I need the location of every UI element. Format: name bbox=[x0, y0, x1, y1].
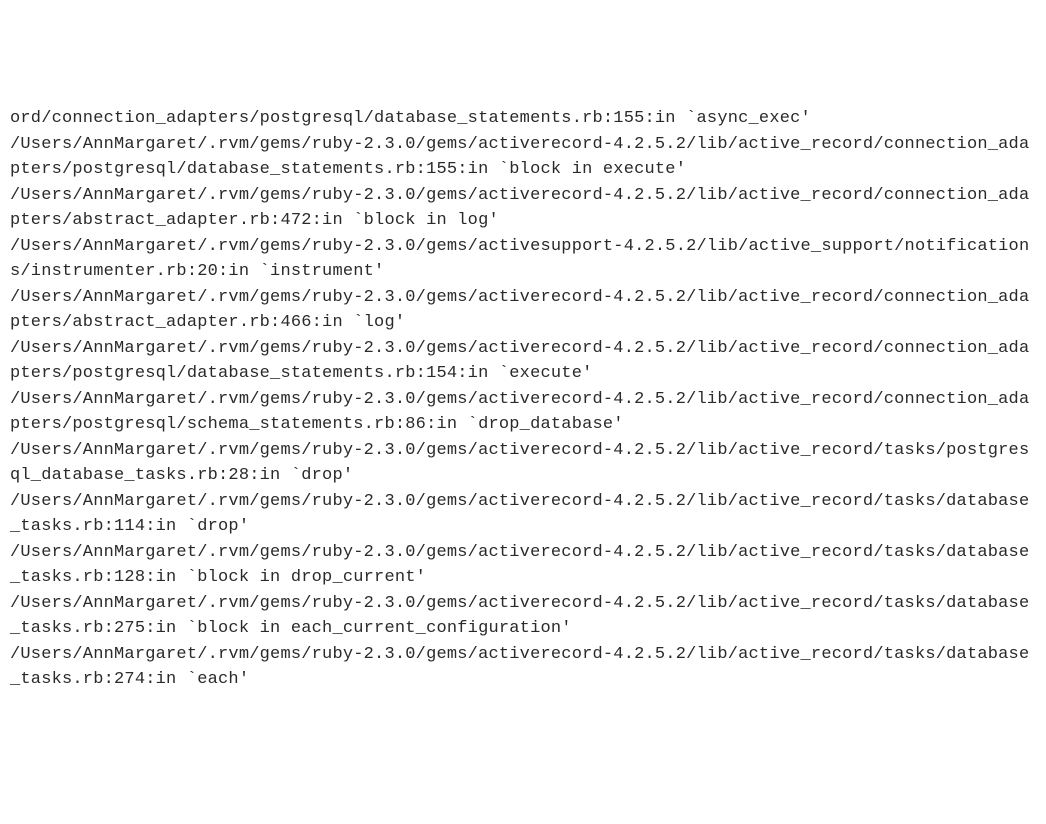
stacktrace-line: /Users/AnnMargaret/.rvm/gems/ruby-2.3.0/… bbox=[10, 594, 1029, 639]
stacktrace-line: /Users/AnnMargaret/.rvm/gems/ruby-2.3.0/… bbox=[10, 441, 1029, 486]
stacktrace-line: /Users/AnnMargaret/.rvm/gems/ruby-2.3.0/… bbox=[10, 288, 1029, 333]
stacktrace-line: ord/connection_adapters/postgresql/datab… bbox=[10, 109, 811, 128]
stacktrace-line: /Users/AnnMargaret/.rvm/gems/ruby-2.3.0/… bbox=[10, 645, 1029, 690]
stacktrace-line: /Users/AnnMargaret/.rvm/gems/ruby-2.3.0/… bbox=[10, 543, 1029, 588]
stacktrace-line: /Users/AnnMargaret/.rvm/gems/ruby-2.3.0/… bbox=[10, 186, 1029, 231]
stacktrace-line: /Users/AnnMargaret/.rvm/gems/ruby-2.3.0/… bbox=[10, 492, 1029, 537]
stacktrace-line: /Users/AnnMargaret/.rvm/gems/ruby-2.3.0/… bbox=[10, 237, 1029, 282]
stacktrace-line: /Users/AnnMargaret/.rvm/gems/ruby-2.3.0/… bbox=[10, 390, 1029, 435]
stacktrace-line: /Users/AnnMargaret/.rvm/gems/ruby-2.3.0/… bbox=[10, 135, 1029, 180]
stacktrace-line: /Users/AnnMargaret/.rvm/gems/ruby-2.3.0/… bbox=[10, 339, 1029, 384]
terminal-stacktrace: ord/connection_adapters/postgresql/datab… bbox=[10, 106, 1036, 693]
